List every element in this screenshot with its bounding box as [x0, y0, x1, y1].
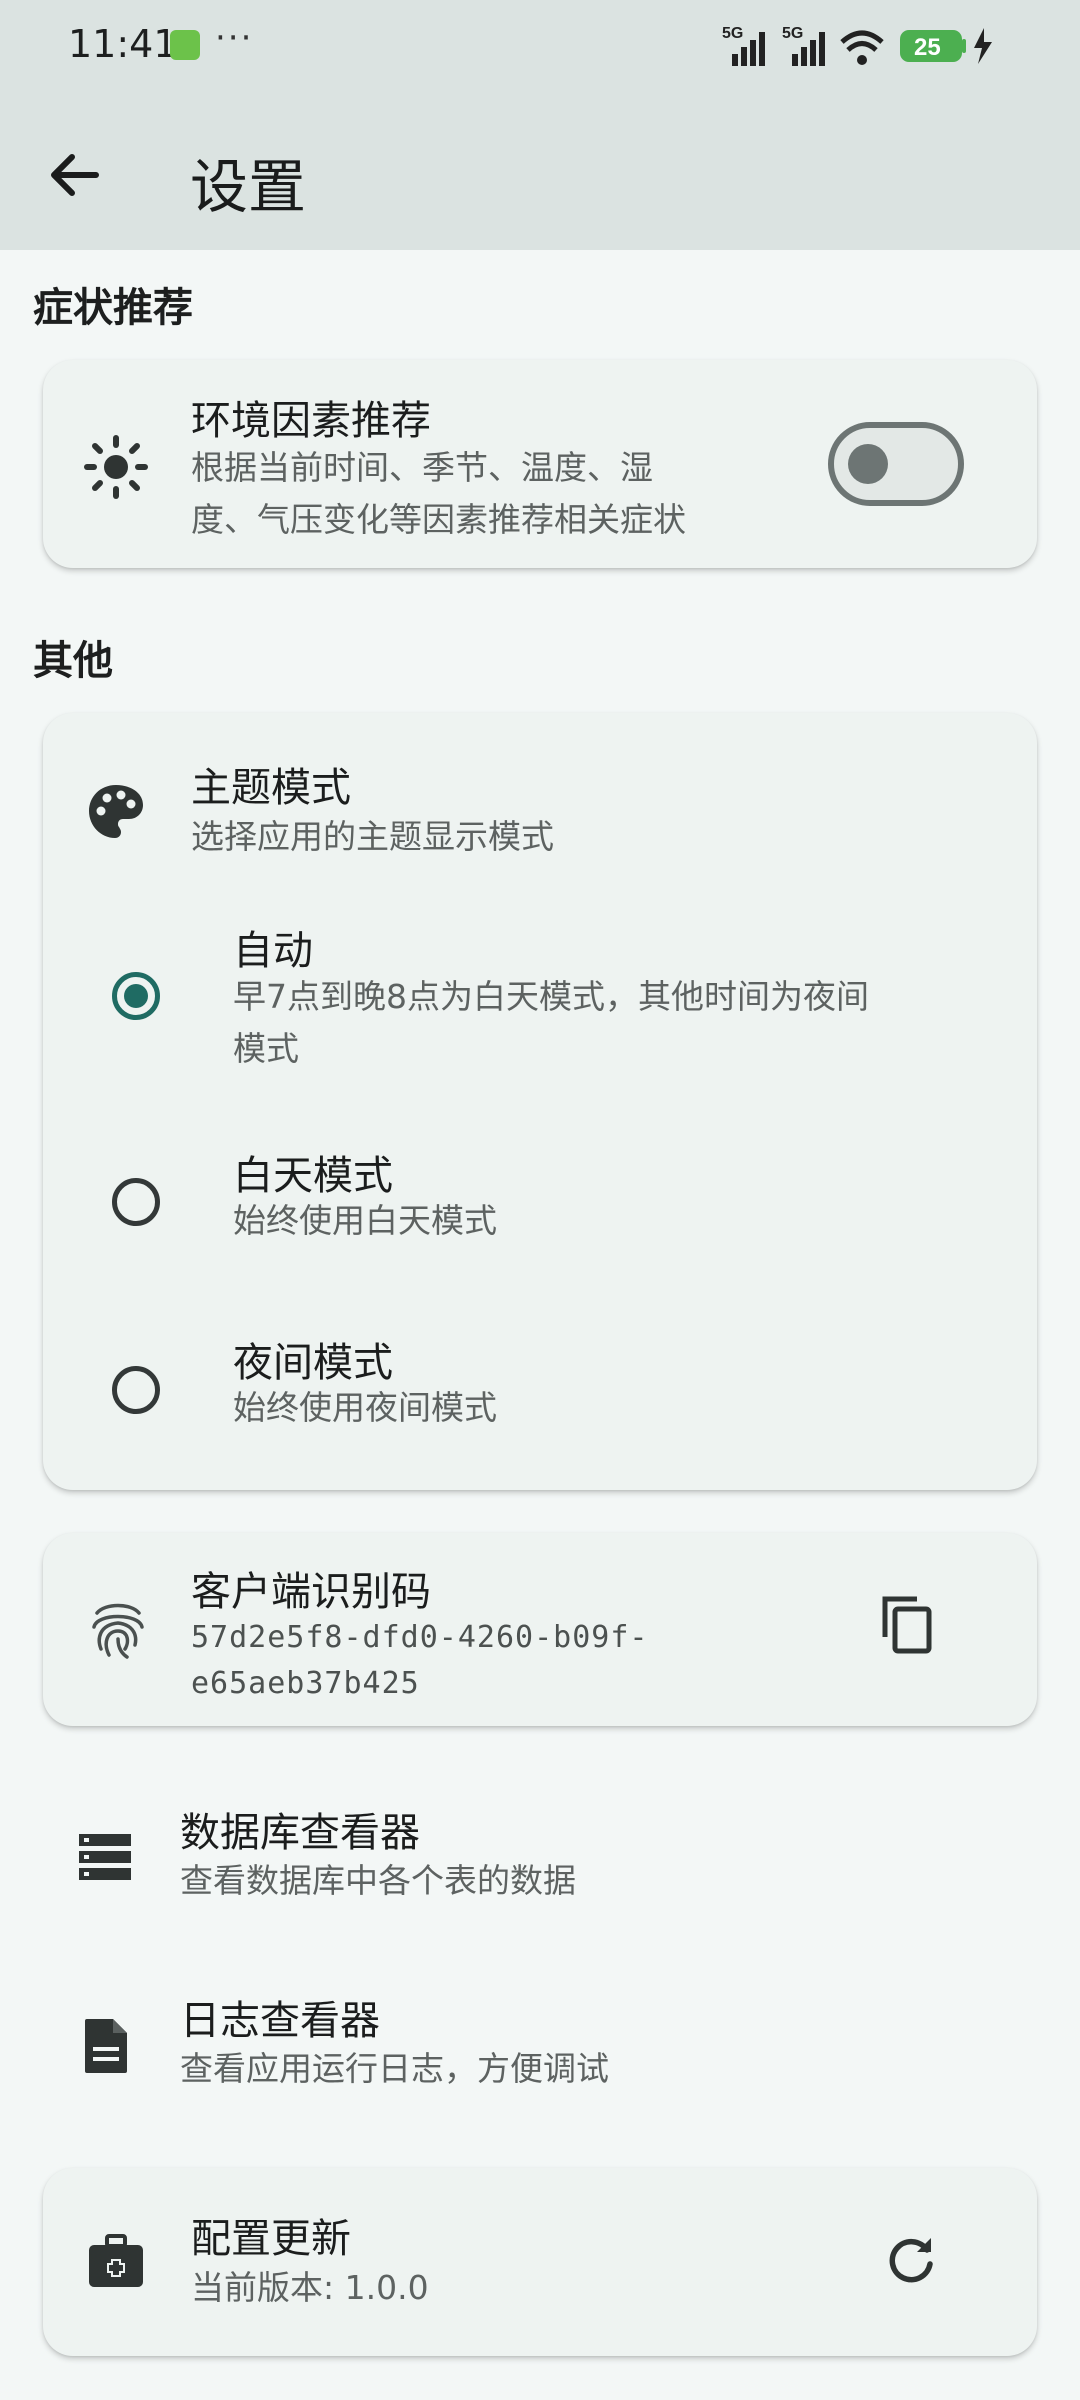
theme-mode-title: 主题模式	[191, 765, 351, 811]
fingerprint-icon	[89, 1599, 147, 1665]
refresh-icon	[889, 2238, 933, 2283]
log-viewer-row[interactable]: 日志查看器 查看应用运行日志，方便调试	[43, 1960, 1037, 2120]
env-recommend-subtitle-line2: 度、气压变化等因素推荐相关症状	[191, 500, 686, 539]
env-recommend-toggle[interactable]	[828, 422, 964, 506]
theme-option-desc: 始终使用夜间模式	[233, 1388, 497, 1427]
client-id-value-line2: e65aeb37b425	[191, 1666, 420, 1701]
app-bar: 11:41 ··· 5G 5G 25 设置	[0, 0, 1080, 250]
client-id-value: 57d2e5f8-dfd0-4260-b09f- e65aeb37b425	[191, 1615, 648, 1707]
more-notifications-icon: ···	[215, 18, 254, 58]
network-5g-label-1: 5G	[722, 25, 743, 42]
section-title-other: 其他	[33, 638, 113, 684]
client-id-value-line1: 57d2e5f8-dfd0-4260-b09f-	[191, 1620, 649, 1655]
db-viewer-title: 数据库查看器	[180, 1810, 420, 1856]
description-icon	[83, 2017, 129, 2079]
theme-option-night[interactable]: 夜间模式 始终使用夜间模式	[43, 1330, 1037, 1480]
theme-option-desc-line1: 早7点到晚8点为白天模式，其他时间为夜间	[233, 977, 869, 1016]
radio-auto[interactable]	[112, 972, 160, 1020]
status-icons: 5G 5G 25	[722, 20, 1012, 70]
radio-day[interactable]	[112, 1178, 160, 1226]
theme-option-desc: 始终使用白天模式	[233, 1201, 497, 1240]
env-recommend-title: 环境因素推荐	[191, 398, 431, 444]
theme-option-label: 自动	[233, 928, 313, 974]
copy-button[interactable]	[879, 1593, 939, 1661]
log-viewer-title: 日志查看器	[180, 1998, 380, 2044]
theme-option-auto[interactable]: 自动 早7点到晚8点为白天模式，其他时间为夜间 模式	[43, 903, 1037, 1103]
config-update-card: 配置更新 当前版本: 1.0.0	[43, 2168, 1037, 2356]
copy-icon	[882, 1596, 932, 1654]
charging-notification-icon	[170, 30, 200, 60]
sun-icon	[83, 434, 149, 504]
theme-option-desc-line2: 模式	[233, 1029, 299, 1068]
refresh-button[interactable]	[883, 2232, 939, 2292]
theme-mode-card: 主题模式 选择应用的主题显示模式 自动 早7点到晚8点为白天模式，其他时间为夜间…	[43, 713, 1037, 1490]
theme-option-desc: 早7点到晚8点为白天模式，其他时间为夜间 模式	[233, 971, 869, 1075]
arrow-back-icon	[51, 154, 99, 196]
status-time: 11:41	[68, 22, 178, 66]
env-recommend-subtitle-line1: 根据当前时间、季节、温度、湿	[191, 448, 653, 487]
theme-option-day[interactable]: 白天模式 始终使用白天模式	[43, 1143, 1037, 1293]
theme-option-label: 白天模式	[233, 1153, 393, 1199]
network-5g-label-2: 5G	[782, 25, 803, 42]
battery-level: 25	[914, 34, 941, 61]
db-viewer-row[interactable]: 数据库查看器 查看数据库中各个表的数据	[43, 1770, 1037, 1930]
back-button[interactable]	[40, 140, 110, 210]
config-update-title: 配置更新	[191, 2216, 351, 2262]
toggle-knob	[848, 444, 888, 484]
signal-wifi-battery-icons: 5G 5G 25	[722, 25, 992, 66]
page-title: 设置	[190, 153, 307, 221]
section-title-symptom: 症状推荐	[33, 285, 193, 331]
config-update-subtitle: 当前版本: 1.0.0	[191, 2268, 429, 2307]
theme-mode-subtitle: 选择应用的主题显示模式	[191, 817, 554, 856]
env-recommend-subtitle: 根据当前时间、季节、温度、湿 度、气压变化等因素推荐相关症状	[191, 442, 686, 546]
log-viewer-subtitle: 查看应用运行日志，方便调试	[180, 2049, 609, 2088]
storage-icon	[77, 1832, 133, 1886]
medical-kit-icon	[87, 2232, 145, 2294]
palette-icon	[85, 781, 147, 847]
env-recommend-card[interactable]: 环境因素推荐 根据当前时间、季节、温度、湿 度、气压变化等因素推荐相关症状	[43, 360, 1037, 568]
theme-option-label: 夜间模式	[233, 1340, 393, 1386]
db-viewer-subtitle: 查看数据库中各个表的数据	[180, 1861, 576, 1900]
client-id-title: 客户端识别码	[191, 1569, 431, 1615]
client-id-card: 客户端识别码 57d2e5f8-dfd0-4260-b09f- e65aeb37…	[43, 1533, 1037, 1726]
radio-night[interactable]	[112, 1366, 160, 1414]
